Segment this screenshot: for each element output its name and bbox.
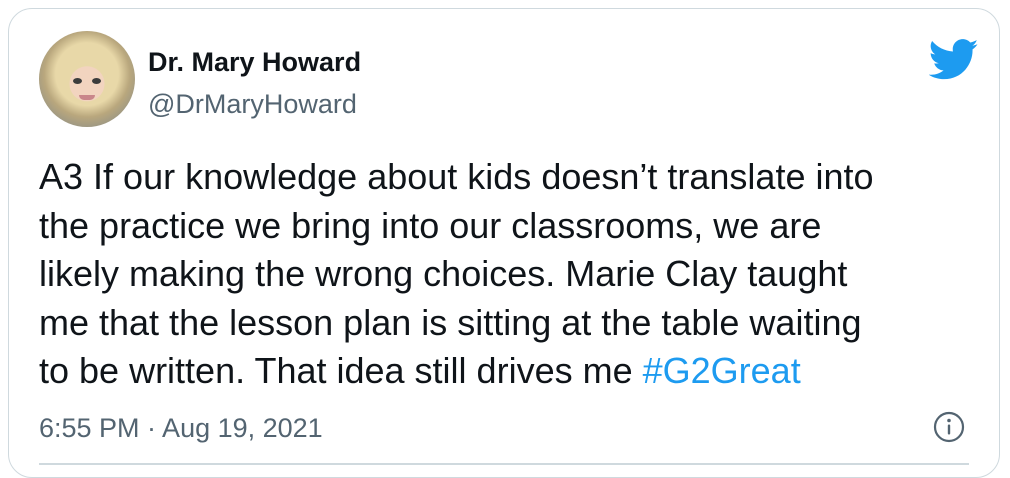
info-icon[interactable] [929,407,969,447]
twitter-bird-icon[interactable] [929,39,979,81]
tweet-text-line: likely making the wrong choices. Marie C… [39,253,848,294]
tweet-text-fragment: to be written. That idea still drives me [39,350,643,391]
avatar-eye-left [73,78,82,84]
author-name[interactable]: Dr. Mary Howard [148,47,361,78]
tweet-text-line: me that the lesson plan is sitting at th… [39,301,862,343]
tweet-text-line-last: to be written. That idea still drives me… [39,347,984,396]
avatar[interactable] [39,31,135,127]
tweet-card: Dr. Mary Howard @DrMaryHoward A3 If our … [8,8,1000,478]
avatar-mouth [79,95,95,100]
tweet-text: A3 If our knowledge about kids doesn’t t… [39,153,984,396]
hashtag-link[interactable]: #G2Great [643,350,801,391]
divider [39,463,969,465]
tweet-text-line: the practice we bring into our classroom… [39,204,822,246]
tweet-timestamp[interactable]: 6:55 PM · Aug 19, 2021 [39,413,323,444]
avatar-eye-right [92,78,101,84]
tweet-text-line: A3 If our knowledge about kids doesn’t t… [39,156,874,197]
author-handle[interactable]: @DrMaryHoward [148,89,357,120]
